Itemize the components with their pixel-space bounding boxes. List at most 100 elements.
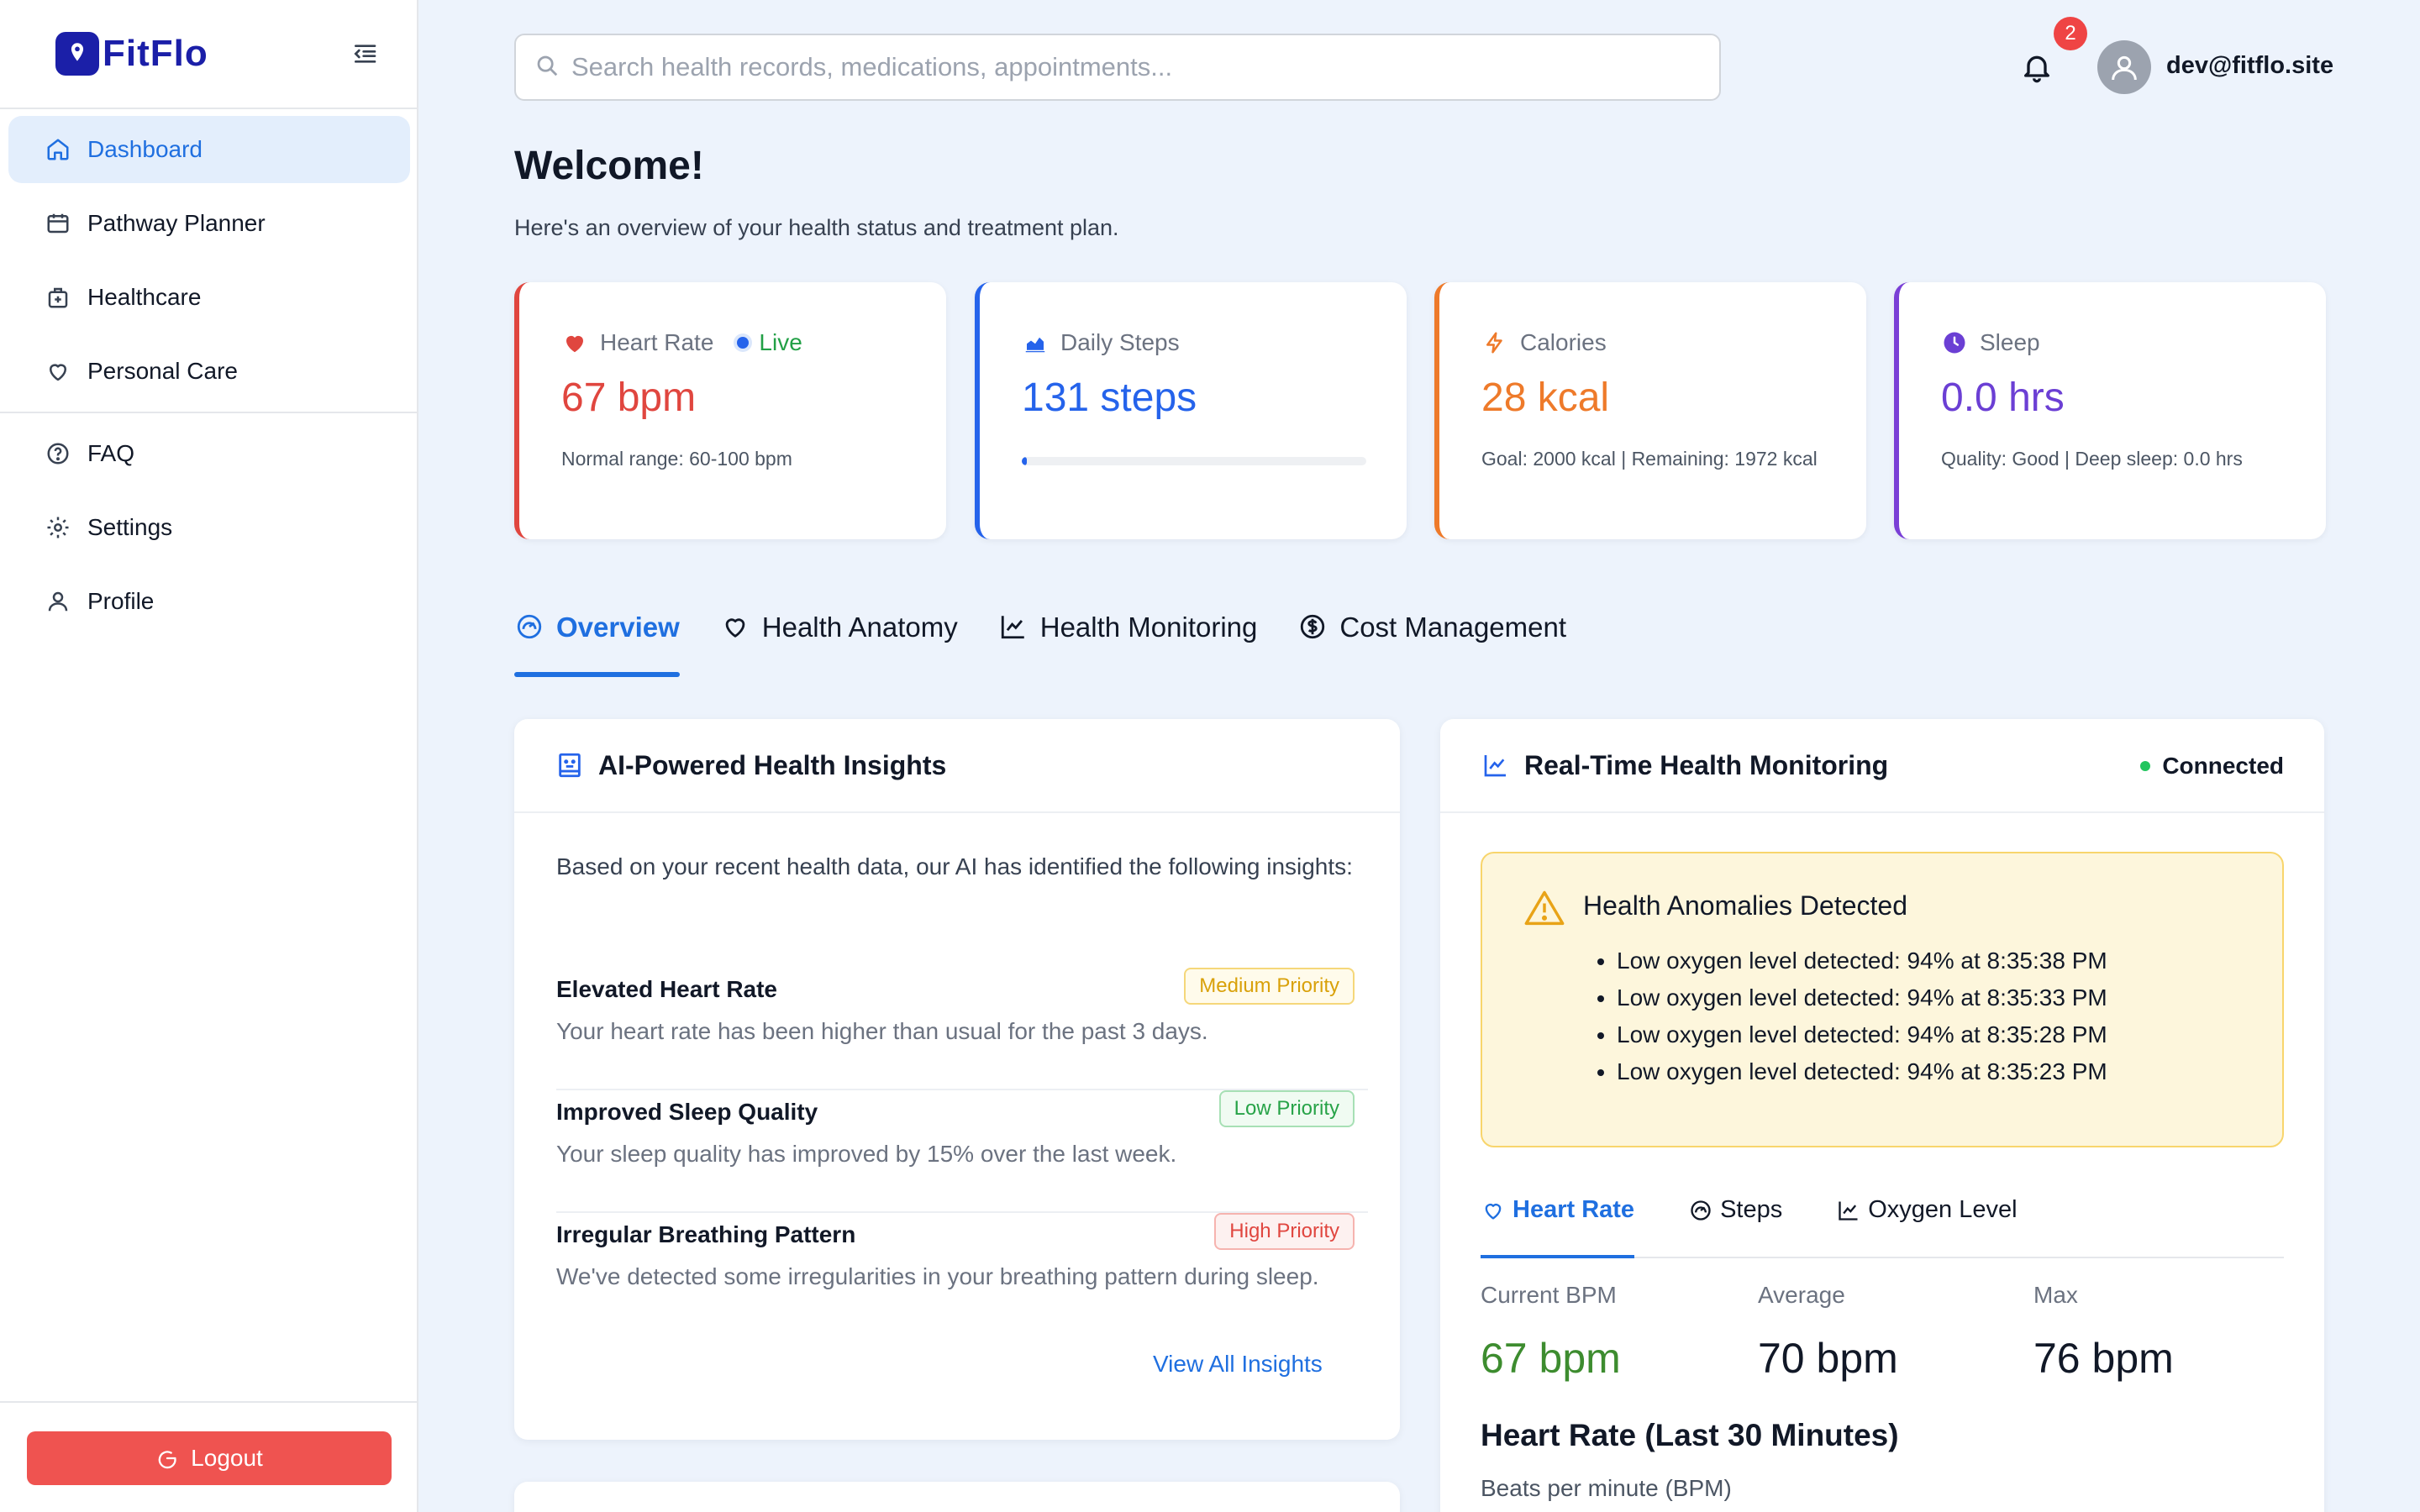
tab-overview[interactable]: Overview [514, 588, 680, 677]
main-tabs: Overview Health Anatomy Health Monitorin… [514, 588, 1607, 677]
user-icon [44, 587, 72, 616]
insight-item[interactable]: Irregular Breathing Pattern High Priorit… [556, 1213, 1368, 1336]
next-panel [514, 1482, 1400, 1512]
user-email[interactable]: dev@fitflo.site [2166, 52, 2333, 80]
divider [0, 1401, 417, 1403]
sidebar-item-settings[interactable]: Settings [8, 494, 410, 561]
metric-max: Max 76 bpm [2033, 1282, 2174, 1383]
connection-label: Connected [2162, 753, 2284, 779]
insight-title: Irregular Breathing Pattern [556, 1221, 856, 1247]
sidebar-item-dashboard[interactable]: Dashboard [8, 116, 410, 183]
stat-label: Heart Rate Live [561, 329, 802, 356]
sidebar-item-personal-care[interactable]: Personal Care [8, 338, 410, 405]
view-all-insights-link[interactable]: View All Insights [1153, 1351, 1323, 1378]
insight-item[interactable]: Improved Sleep Quality Low Priority Your… [556, 1090, 1368, 1213]
warning-icon [1523, 887, 1566, 931]
daily-steps-label: Daily Steps [1060, 329, 1180, 355]
robot-icon [555, 750, 585, 780]
monitoring-subtabs: Heart Rate Steps Oxygen Level [1481, 1188, 2284, 1258]
brand-logo[interactable]: FitFlo [55, 30, 208, 77]
metric-value: 67 bpm [1481, 1335, 1621, 1382]
calories-value: 28 kcal [1481, 375, 1610, 420]
tab-label: Health Anatomy [761, 612, 958, 643]
logout-button[interactable]: Logout [27, 1431, 392, 1485]
alert-item: Low oxygen level detected: 94% at 8:35:3… [1617, 979, 2107, 1016]
chart-subtitle: Beats per minute (BPM) [1481, 1475, 1732, 1501]
alert-item: Low oxygen level detected: 94% at 8:35:2… [1617, 1016, 2107, 1053]
tab-cost-management[interactable]: Cost Management [1297, 588, 1566, 677]
tab-health-monitoring[interactable]: Health Monitoring [998, 588, 1257, 677]
calories-note: Goal: 2000 kcal | Remaining: 1972 kcal [1481, 448, 1818, 470]
alert-item: Low oxygen level detected: 94% at 8:35:2… [1617, 1053, 2107, 1090]
heart-icon [44, 357, 72, 386]
sidebar-item-profile[interactable]: Profile [8, 568, 410, 635]
tab-label: Cost Management [1339, 612, 1567, 643]
search-bar[interactable] [514, 34, 1721, 101]
insights-header: AI-Powered Health Insights [514, 719, 1400, 813]
help-circle-icon [44, 439, 72, 468]
sidebar-item-label: Profile [87, 588, 155, 614]
lightning-icon [1481, 329, 1508, 356]
steps-progress-fill [1022, 457, 1028, 465]
priority-badge: Low Priority [1218, 1090, 1355, 1127]
live-dot-icon [737, 337, 750, 349]
insight-title: Improved Sleep Quality [556, 1099, 818, 1125]
divider [0, 412, 417, 413]
medical-bag-icon [44, 283, 72, 312]
metric-label: Max [2033, 1282, 2078, 1308]
sleep-note: Quality: Good | Deep sleep: 0.0 hrs [1941, 448, 2243, 470]
live-label: Live [759, 329, 802, 355]
sidebar: FitFlo Dashboard Pathway Planner Healthc… [0, 0, 418, 1512]
heart-rate-note: Normal range: 60-100 bpm [561, 448, 792, 470]
line-chart-icon [1481, 750, 1511, 780]
subtab-heart-rate[interactable]: Heart Rate [1481, 1188, 1635, 1258]
alert-list: Low oxygen level detected: 94% at 8:35:3… [1617, 942, 2107, 1090]
subtab-oxygen-level[interactable]: Oxygen Level [1836, 1188, 2018, 1257]
sidebar-item-pathway-planner[interactable]: Pathway Planner [8, 190, 410, 257]
connection-status: Connected [2140, 753, 2284, 780]
live-indicator: Live [737, 329, 802, 356]
monitoring-header: Real-Time Health Monitoring Connected [1440, 719, 2324, 813]
sidebar-item-faq[interactable]: FAQ [8, 420, 410, 487]
heart-rate-card: Heart Rate Live 67 bpm Normal range: 60-… [514, 282, 946, 539]
stat-label: Calories [1481, 329, 1607, 356]
steps-progress-bar [1022, 457, 1366, 465]
avatar[interactable] [2097, 40, 2151, 94]
subtab-label: Oxygen Level [1868, 1196, 2018, 1223]
heart-filled-icon [561, 329, 588, 356]
metric-value: 70 bpm [1758, 1335, 1898, 1382]
sidebar-item-healthcare[interactable]: Healthcare [8, 264, 410, 331]
heart-rate-value: 67 bpm [561, 375, 697, 420]
clock-icon [1941, 329, 1968, 356]
alert-title: Health Anomalies Detected [1583, 890, 1907, 921]
insight-desc: Your heart rate has been higher than usu… [556, 1018, 1208, 1044]
collapse-sidebar-icon[interactable] [348, 37, 381, 71]
sleep-value: 0.0 hrs [1941, 375, 2065, 420]
metric-label: Average [1758, 1282, 1845, 1308]
page-subtitle: Here's an overview of your health status… [514, 215, 1119, 240]
logo-mark-icon [55, 32, 99, 76]
dollar-circle-icon [1297, 612, 1328, 642]
calories-label: Calories [1520, 329, 1607, 355]
anomaly-alert: Health Anomalies Detected Low oxygen lev… [1481, 852, 2284, 1147]
stat-label: Sleep [1941, 329, 2040, 356]
search-input[interactable] [571, 52, 1664, 82]
metric-average: Average 70 bpm [1758, 1282, 1898, 1383]
line-chart-icon [1836, 1198, 1861, 1223]
logout-label: Logout [191, 1445, 263, 1471]
insight-item[interactable]: Elevated Heart Rate Medium Priority Your… [556, 968, 1368, 1090]
sidebar-item-label: Dashboard [87, 136, 203, 162]
insight-desc: We've detected some irregularities in yo… [556, 1263, 1319, 1289]
metric-label: Current BPM [1481, 1282, 1617, 1308]
monitoring-panel: Real-Time Health Monitoring Connected He… [1440, 719, 2324, 1512]
subtab-label: Heart Rate [1512, 1196, 1635, 1223]
home-icon [44, 135, 72, 164]
bell-icon[interactable] [2020, 50, 2054, 84]
gauge-icon [1688, 1198, 1713, 1223]
metric-current-bpm: Current BPM 67 bpm [1481, 1282, 1621, 1383]
divider [0, 108, 417, 109]
subtab-steps[interactable]: Steps [1688, 1188, 1782, 1257]
tab-health-anatomy[interactable]: Health Anatomy [720, 588, 958, 677]
page-title: Welcome! [514, 144, 704, 188]
priority-badge: High Priority [1214, 1213, 1355, 1250]
